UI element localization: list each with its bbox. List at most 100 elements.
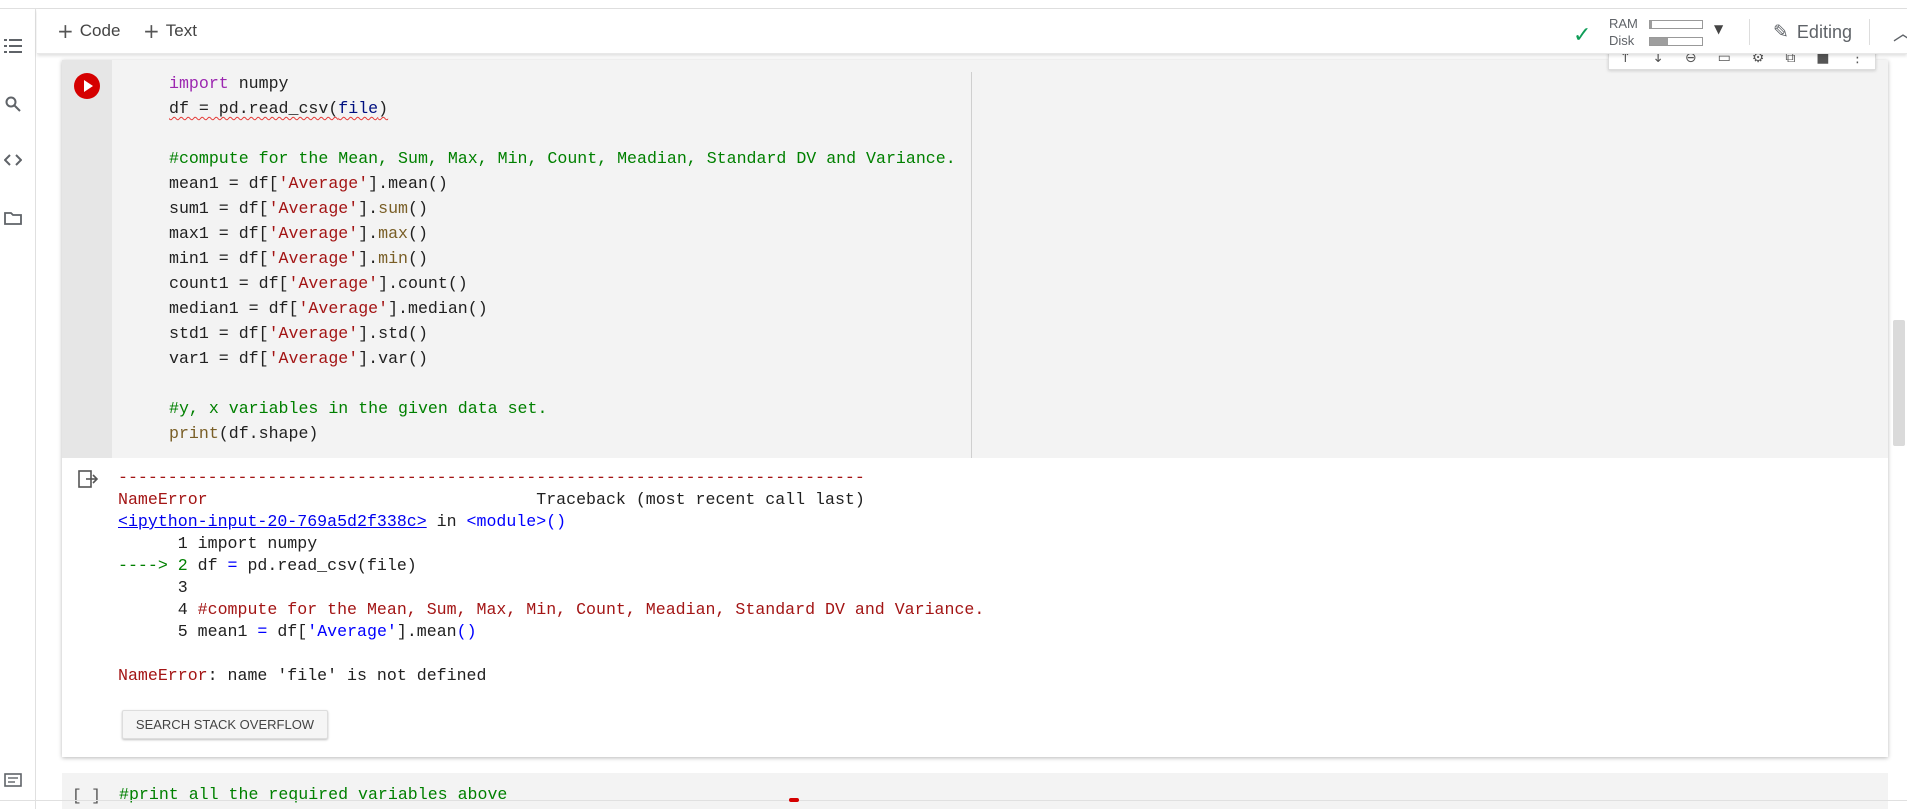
bottom-status-divider	[0, 798, 1907, 802]
code-line: #y, x variables in the given data set.	[169, 396, 956, 421]
code-line: import numpy	[169, 71, 956, 96]
code-token: ].	[358, 224, 379, 243]
code-cell: import numpy df = pd.read_csv(file) #compu…	[62, 60, 1888, 757]
code-snippets-icon[interactable]	[2, 149, 24, 171]
cell-output: ----------------------------------------…	[62, 458, 1888, 757]
code-token: 3	[118, 578, 188, 597]
code-token: ()	[408, 224, 428, 243]
code-token: 'Average'	[288, 274, 379, 293]
traceback-line: 1 import numpy	[118, 533, 984, 555]
traceback-line: ----> 2 df = pd.read_csv(file)	[118, 555, 984, 577]
run-cell-button[interactable]	[74, 73, 100, 99]
code-token: 4	[118, 600, 198, 619]
status-indicator	[789, 798, 799, 802]
search-stack-overflow-button[interactable]: SEARCH STACK OVERFLOW	[122, 710, 328, 739]
code-lines: import numpy df = pd.read_csv(file) #compu…	[169, 71, 956, 446]
code-line: mean1 = df['Average'].mean()	[169, 171, 956, 196]
code-line: std1 = df['Average'].std()	[169, 321, 956, 346]
code-token: ].	[358, 199, 379, 218]
code-token: ----------------------------------------…	[118, 468, 865, 487]
code-line: var1 = df['Average'].var()	[169, 346, 956, 371]
code-token: ].var()	[358, 349, 428, 368]
editing-mode-button[interactable]: ✎ Editing	[1773, 21, 1852, 43]
plus-icon: +	[143, 19, 160, 43]
code-token: 'Average'	[278, 174, 369, 193]
code-token: )	[378, 99, 389, 118]
code-token: : name 'file' is not defined	[207, 666, 487, 685]
code-token: ()	[546, 512, 567, 531]
ram-label: RAM	[1609, 16, 1638, 31]
code-token: df	[197, 556, 228, 575]
toolbar-separator	[1869, 19, 1870, 45]
code-token: ----> 2	[118, 556, 198, 575]
table-of-contents-icon[interactable]	[2, 35, 24, 57]
collapse-header-icon[interactable]: ︿	[1893, 17, 1907, 46]
play-icon	[84, 80, 93, 92]
traceback-line: <ipython-input-20-769a5d2f338c> in <modu…	[118, 511, 984, 533]
code-token: 'Average'	[298, 299, 389, 318]
traceback-text: ----------------------------------------…	[118, 467, 984, 687]
traceback-line: 4 #compute for the Mean, Sum, Max, Min, …	[118, 599, 985, 621]
next-cell-code-preview: #print all the required variables above	[119, 785, 508, 804]
cell-execution-count: [ ]	[72, 787, 101, 805]
runtime-menu-dropdown-icon[interactable]: ▼	[1714, 22, 1723, 36]
code-token: df[	[267, 622, 308, 641]
code-editor[interactable]: import numpy df = pd.read_csv(file) #compu…	[112, 60, 1888, 458]
search-icon[interactable]	[2, 93, 24, 115]
plus-icon: +	[57, 19, 74, 43]
code-token: numpy	[228, 74, 289, 93]
code-token: pd.read_csv(file)	[237, 556, 417, 575]
code-token: max1 = df[	[169, 224, 269, 243]
disk-label: Disk	[1609, 33, 1635, 48]
code-token: Traceback (most recent call last)	[207, 490, 865, 509]
code-token: <ipython-input-20-769a5d2f338c>	[118, 512, 427, 531]
code-token: 'Average'	[268, 199, 359, 218]
traceback-line: NameError: name 'file' is not defined	[118, 665, 984, 687]
cell-gutter	[62, 60, 112, 458]
code-token: 'Average'	[268, 349, 359, 368]
add-code-label: Code	[79, 21, 121, 40]
code-line: sum1 = df['Average'].sum()	[169, 196, 956, 221]
line-length-ruler	[971, 72, 972, 458]
code-token: var1 = df[	[169, 349, 269, 368]
code-token: print	[169, 424, 219, 443]
code-token: ].median()	[388, 299, 488, 318]
code-token: count1 = df[	[169, 274, 289, 293]
add-code-button[interactable]: + Code	[57, 19, 120, 43]
code-line: print(df.shape)	[169, 421, 956, 446]
ram-usage-fill	[1650, 21, 1653, 28]
output-actions-icon[interactable]	[78, 470, 100, 492]
disk-usage-fill	[1650, 38, 1669, 45]
code-token: ].mean()	[368, 174, 448, 193]
code-token: 1 import numpy	[118, 534, 318, 553]
code-token: in	[426, 512, 467, 531]
next-code-cell[interactable]: [ ] #print all the required variables ab…	[62, 773, 1888, 809]
code-token: NameError	[118, 490, 208, 509]
terminal-icon[interactable]	[2, 769, 24, 791]
code-token: ].	[358, 249, 379, 268]
code-token: median1 = df[	[169, 299, 299, 318]
vertical-scrollbar[interactable]	[1893, 320, 1905, 446]
code-token: 'Average'	[268, 249, 359, 268]
code-line: #compute for the Mean, Sum, Max, Min, Co…	[169, 146, 956, 171]
code-line: median1 = df['Average'].median()	[169, 296, 956, 321]
code-token: df = pd.read_csv(	[169, 99, 339, 118]
code-token: ].count()	[378, 274, 468, 293]
connected-check-icon: ✓	[1573, 23, 1592, 48]
traceback-line	[118, 643, 984, 665]
code-token: ()	[456, 622, 477, 641]
traceback-line: NameError Traceback (most recent call la…	[118, 489, 984, 511]
traceback-line: 5 mean1 = df['Average'].mean()	[118, 621, 984, 643]
code-line: df = pd.read_csv(file)	[169, 96, 956, 121]
left-rail	[0, 9, 36, 809]
code-token: 'Average'	[268, 324, 359, 343]
code-token: ()	[408, 199, 428, 218]
code-token: NameError	[118, 666, 208, 685]
add-text-button[interactable]: + Text	[143, 19, 197, 43]
code-line: count1 = df['Average'].count()	[169, 271, 956, 296]
files-folder-icon[interactable]	[2, 207, 24, 229]
traceback-line: 3	[118, 577, 984, 599]
code-token: max	[378, 224, 409, 243]
